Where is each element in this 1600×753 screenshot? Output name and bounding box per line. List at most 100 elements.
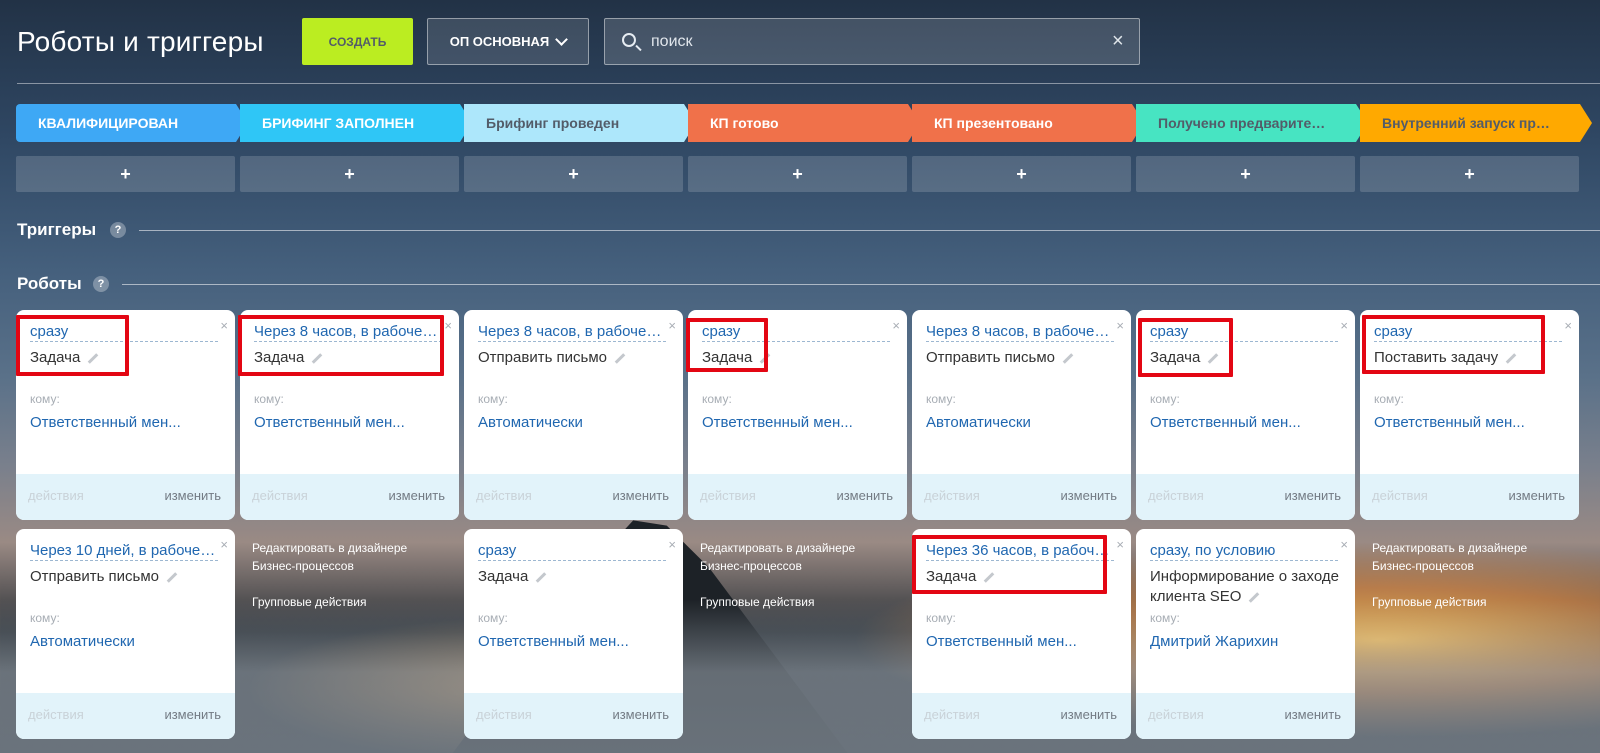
- header: Роботы и триггеры СОЗДАТЬ ОП ОСНОВНАЯ ×: [0, 0, 1600, 84]
- section-divider: [122, 284, 1600, 285]
- add-robot-button[interactable]: +: [688, 156, 907, 192]
- robot-to-value[interactable]: Автоматически: [30, 633, 225, 650]
- robot-to-label: кому:: [1150, 611, 1180, 625]
- pipeline-select-label: ОП ОСНОВНАЯ: [449, 34, 550, 49]
- robot-actions-link[interactable]: действия: [1148, 707, 1204, 722]
- add-robot-button[interactable]: +: [16, 156, 235, 192]
- robot-to-value[interactable]: Ответственный мен...: [702, 414, 897, 431]
- create-button[interactable]: СОЗДАТЬ: [302, 18, 413, 65]
- robot-to-value[interactable]: Ответственный мен...: [30, 414, 225, 431]
- robot-actions-link[interactable]: действия: [924, 488, 980, 503]
- bp-designer-link[interactable]: Редактировать в дизайнере Бизнес-процесс…: [252, 541, 407, 573]
- robot-to-label: кому:: [30, 611, 60, 625]
- robot-actions-link[interactable]: действия: [476, 707, 532, 722]
- group-actions-link[interactable]: Групповые действия: [252, 593, 452, 611]
- robot-edit-link[interactable]: изменить: [1284, 488, 1341, 503]
- add-robot-button[interactable]: +: [464, 156, 683, 192]
- robot-delay-link[interactable]: Через 8 часов, в рабочее время: [926, 322, 1114, 342]
- robot-to-value[interactable]: Ответственный мен...: [1374, 414, 1569, 431]
- robot-edit-link[interactable]: изменить: [164, 488, 221, 503]
- pencil-icon[interactable]: [1249, 591, 1260, 603]
- robot-card-footer: действия изменить: [240, 474, 459, 520]
- stage-tab[interactable]: КП презентовано: [912, 104, 1144, 142]
- robot-card[interactable]: Через 8 часов, в рабочее время × Отправи…: [912, 310, 1131, 520]
- robot-actions-link[interactable]: действия: [924, 707, 980, 722]
- robot-delay-link[interactable]: Через 8 часов, в рабочее время: [478, 322, 666, 342]
- bp-designer-link[interactable]: Редактировать в дизайнере Бизнес-процесс…: [700, 541, 855, 573]
- robot-edit-link[interactable]: изменить: [1508, 488, 1565, 503]
- robot-to-value[interactable]: Ответственный мен...: [1150, 414, 1345, 431]
- robot-delay-link[interactable]: Через 10 дней, в рабочее время: [30, 541, 218, 561]
- pencil-icon[interactable]: [536, 571, 547, 583]
- robot-card[interactable]: Через 8 часов, в рабочее время × Отправи…: [464, 310, 683, 520]
- add-robot-button[interactable]: +: [240, 156, 459, 192]
- close-icon[interactable]: ×: [1340, 319, 1348, 332]
- add-robot-button[interactable]: +: [1136, 156, 1355, 192]
- group-actions-link[interactable]: Групповые действия: [700, 593, 900, 611]
- stage-tab[interactable]: Брифинг проведен: [464, 104, 696, 142]
- group-actions-link[interactable]: Групповые действия: [1372, 593, 1572, 611]
- close-icon[interactable]: ×: [220, 538, 228, 551]
- add-robot-button[interactable]: +: [912, 156, 1131, 192]
- robot-delay-link[interactable]: сразу, по условию: [1150, 541, 1338, 561]
- robot-edit-link[interactable]: изменить: [836, 488, 893, 503]
- close-icon[interactable]: ×: [444, 319, 452, 332]
- pencil-icon[interactable]: [614, 352, 626, 364]
- robot-edit-link[interactable]: изменить: [164, 707, 221, 722]
- triggers-title: Триггеры: [17, 220, 97, 239]
- close-icon[interactable]: ×: [668, 319, 676, 332]
- robot-to-value[interactable]: Ответственный мен...: [478, 633, 673, 650]
- robot-card[interactable]: сразу, по условию × Информирование о зах…: [1136, 529, 1355, 739]
- stage-tab[interactable]: КП готово: [688, 104, 920, 142]
- robot-actions-link[interactable]: действия: [28, 488, 84, 503]
- help-icon[interactable]: ?: [110, 222, 126, 238]
- stage-tab[interactable]: Внутренний запуск пр…: [1360, 104, 1592, 142]
- bp-links: Редактировать в дизайнере Бизнес-процесс…: [700, 539, 900, 611]
- stage-tab[interactable]: КВАЛИФИЦИРОВАН: [16, 104, 248, 142]
- pencil-icon[interactable]: [166, 571, 178, 583]
- pencil-icon[interactable]: [1062, 352, 1074, 364]
- robot-card[interactable]: сразу × Задача кому: Ответственный мен..…: [464, 529, 683, 739]
- robot-actions-link[interactable]: действия: [1372, 488, 1428, 503]
- robot-to-value[interactable]: Ответственный мен...: [926, 633, 1121, 650]
- close-icon[interactable]: ×: [1564, 319, 1572, 332]
- robot-to-value[interactable]: Ответственный мен...: [254, 414, 449, 431]
- help-icon[interactable]: ?: [93, 276, 109, 292]
- close-icon[interactable]: ×: [1340, 538, 1348, 551]
- robot-to-value[interactable]: Дмитрий Жарихин: [1150, 633, 1345, 650]
- robot-edit-link[interactable]: изменить: [612, 488, 669, 503]
- robot-actions-link[interactable]: действия: [252, 488, 308, 503]
- robot-delay-link[interactable]: сразу: [478, 541, 666, 561]
- clear-icon[interactable]: ×: [1112, 31, 1124, 51]
- robot-edit-link[interactable]: изменить: [612, 707, 669, 722]
- robot-edit-link[interactable]: изменить: [1060, 488, 1117, 503]
- robot-actions-link[interactable]: действия: [476, 488, 532, 503]
- robot-actions-link[interactable]: действия: [28, 707, 84, 722]
- robot-card-footer: действия изменить: [464, 693, 683, 739]
- robot-edit-link[interactable]: изменить: [1060, 707, 1117, 722]
- stage-tab[interactable]: Получено предварите…: [1136, 104, 1368, 142]
- search-input[interactable]: [651, 31, 1091, 53]
- add-robot-button[interactable]: +: [1360, 156, 1579, 192]
- robot-to-value[interactable]: Автоматически: [478, 414, 673, 431]
- robot-actions-link[interactable]: действия: [1148, 488, 1204, 503]
- bp-designer-link[interactable]: Редактировать в дизайнере Бизнес-процесс…: [1372, 541, 1527, 573]
- robot-card[interactable]: Через 10 дней, в рабочее время × Отправи…: [16, 529, 235, 739]
- robot-card-footer: действия изменить: [1136, 474, 1355, 520]
- robot-action-title: Отправить письмо: [926, 349, 1056, 366]
- close-icon[interactable]: ×: [220, 319, 228, 332]
- close-icon[interactable]: ×: [668, 538, 676, 551]
- robot-to-label: кому:: [1150, 392, 1180, 406]
- robot-edit-link[interactable]: изменить: [388, 488, 445, 503]
- annotation-highlight: [238, 315, 444, 376]
- pipeline-select[interactable]: ОП ОСНОВНАЯ: [427, 18, 589, 65]
- stage-tab[interactable]: БРИФИНГ ЗАПОЛНЕН: [240, 104, 472, 142]
- robot-actions-link[interactable]: действия: [700, 488, 756, 503]
- robot-edit-link[interactable]: изменить: [1284, 707, 1341, 722]
- close-icon[interactable]: ×: [1116, 319, 1124, 332]
- bp-links: Редактировать в дизайнере Бизнес-процесс…: [1372, 539, 1572, 611]
- close-icon[interactable]: ×: [892, 319, 900, 332]
- robot-to-label: кому:: [478, 611, 508, 625]
- close-icon[interactable]: ×: [1116, 538, 1124, 551]
- robot-to-value[interactable]: Автоматически: [926, 414, 1121, 431]
